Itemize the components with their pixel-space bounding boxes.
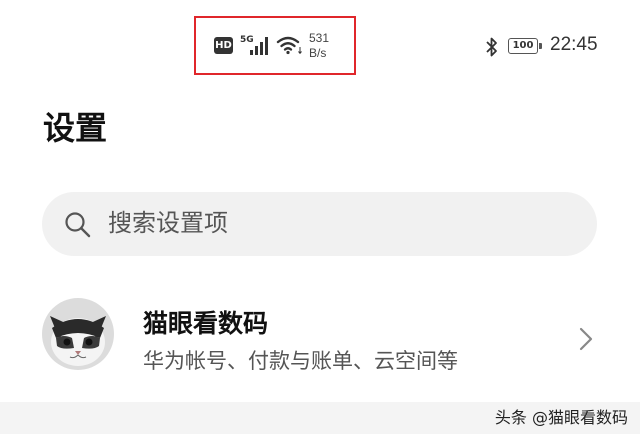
- account-subtitle: 华为帐号、付款与账单、云空间等: [143, 349, 458, 373]
- network-speed-value: 531: [309, 31, 330, 45]
- avatar[interactable]: [42, 298, 114, 370]
- clock: 22:45: [550, 34, 598, 55]
- chevron-right-icon[interactable]: [578, 326, 594, 352]
- battery-tip: [539, 43, 542, 49]
- battery-level: 100: [508, 38, 538, 54]
- account-row[interactable]: 猫眼看数码 华为帐号、付款与账单、云空间等: [0, 290, 640, 390]
- bluetooth-icon: [486, 37, 497, 57]
- wifi-icon: [276, 36, 302, 55]
- search-icon: [65, 212, 91, 238]
- search-input[interactable]: [108, 209, 568, 237]
- account-name: 猫眼看数码: [143, 309, 269, 338]
- network-speed-unit: B/s: [309, 46, 327, 60]
- search-bar[interactable]: [42, 192, 597, 256]
- cat-avatar-image: [42, 298, 114, 370]
- battery-icon: 100: [508, 38, 542, 54]
- hd-badge: HD: [214, 37, 233, 54]
- status-bar: HD 5G 531 B/s 100 22:45: [0, 0, 640, 80]
- signal-icon: [250, 37, 268, 55]
- network-speed: 531 B/s: [309, 31, 329, 61]
- page-title: 设置: [43, 109, 108, 147]
- watermark: 头条 @猫眼看数码: [494, 408, 628, 427]
